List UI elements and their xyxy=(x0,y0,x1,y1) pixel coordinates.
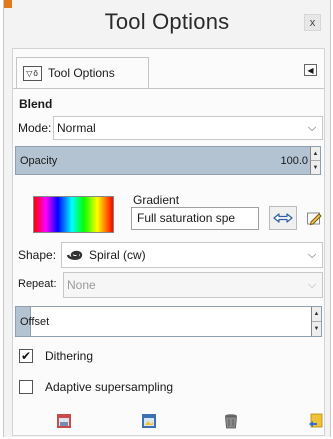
repeat-row: Repeat: None ⌵ xyxy=(13,272,324,298)
offset-slider[interactable]: Offset ▲ ▼ xyxy=(15,306,322,337)
window-title: Tool Options xyxy=(104,9,230,34)
spin-up-icon[interactable]: ▲ xyxy=(311,147,320,160)
spin-down-icon[interactable]: ▼ xyxy=(311,160,320,174)
tab-tool-options[interactable]: ▽ǒ Tool Options xyxy=(16,57,149,88)
reset-options-button[interactable] xyxy=(308,413,324,429)
restore-icon xyxy=(142,414,156,428)
offset-spinner[interactable]: ▲ ▼ xyxy=(311,307,321,336)
tab-label: Tool Options xyxy=(48,66,115,80)
triangle-left-icon: ◀ xyxy=(307,65,314,75)
opacity-label: Opacity xyxy=(20,155,58,167)
tab-separator xyxy=(13,88,324,89)
title-bar: Tool Options x xyxy=(4,0,330,44)
tab-menu-button[interactable]: ◀ xyxy=(304,64,317,76)
close-icon: x xyxy=(309,16,316,29)
reset-icon xyxy=(309,413,323,428)
restore-options-button[interactable] xyxy=(141,413,157,429)
repeat-label: Repeat: xyxy=(18,278,57,290)
save-icon xyxy=(57,414,71,428)
repeat-value: None xyxy=(67,278,96,292)
tool-options-dialog: Tool Options x ▽ǒ Tool Options ◀ Blend M… xyxy=(3,0,331,437)
offset-label: Offset xyxy=(20,316,50,328)
edit-gradient-button[interactable] xyxy=(303,206,325,230)
mode-label: Mode: xyxy=(18,121,52,135)
chevron-down-icon: ⌵ xyxy=(307,278,317,291)
dithering-checkbox[interactable]: ✔ xyxy=(19,349,33,363)
mode-row: Mode: Normal ⌵ xyxy=(13,116,324,140)
trash-icon xyxy=(225,414,237,429)
swap-arrows-icon xyxy=(273,213,293,223)
mode-dropdown[interactable]: Normal ⌵ xyxy=(53,116,323,140)
opacity-value: 100.0 xyxy=(280,155,308,167)
gradient-label: Gradient xyxy=(133,193,180,207)
opacity-slider[interactable]: Opacity 100.0 ▲ ▼ xyxy=(15,146,321,175)
close-button[interactable]: x xyxy=(304,14,321,31)
pencil-icon xyxy=(307,212,322,226)
spiral-icon xyxy=(65,248,85,262)
opacity-spinner[interactable]: ▲ ▼ xyxy=(310,147,320,174)
gradient-name-field[interactable]: Full saturation spe xyxy=(131,207,259,230)
save-options-button[interactable] xyxy=(56,413,72,429)
dithering-option[interactable]: ✔ Dithering xyxy=(19,349,93,363)
gradient-preview[interactable] xyxy=(33,196,114,233)
chevron-down-icon: ⌵ xyxy=(307,121,317,134)
reverse-gradient-button[interactable] xyxy=(269,206,297,230)
bottom-toolbar xyxy=(13,407,324,433)
adaptive-supersampling-label: Adaptive supersampling xyxy=(45,380,174,394)
tool-options-panel: ▽ǒ Tool Options ◀ Blend Mode: Normal ⌵ O… xyxy=(12,48,325,436)
chevron-down-icon: ⌵ xyxy=(307,248,317,261)
delete-options-button[interactable] xyxy=(223,413,239,429)
adaptive-supersampling-option[interactable]: Adaptive supersampling xyxy=(19,380,173,394)
shape-value: Spiral (cw) xyxy=(89,248,146,262)
mode-value: Normal xyxy=(57,121,96,135)
tool-options-icon: ▽ǒ xyxy=(23,65,42,81)
shape-row: Shape: Spiral (cw) ⌵ xyxy=(13,242,324,268)
adaptive-supersampling-checkbox[interactable] xyxy=(19,380,33,394)
section-title: Blend xyxy=(19,97,53,111)
shape-label: Shape: xyxy=(18,248,57,262)
spin-up-icon[interactable]: ▲ xyxy=(312,307,321,321)
spin-down-icon[interactable]: ▼ xyxy=(312,321,321,336)
repeat-dropdown[interactable]: None ⌵ xyxy=(63,272,323,298)
dithering-label: Dithering xyxy=(45,349,94,363)
shape-dropdown[interactable]: Spiral (cw) ⌵ xyxy=(61,242,323,268)
